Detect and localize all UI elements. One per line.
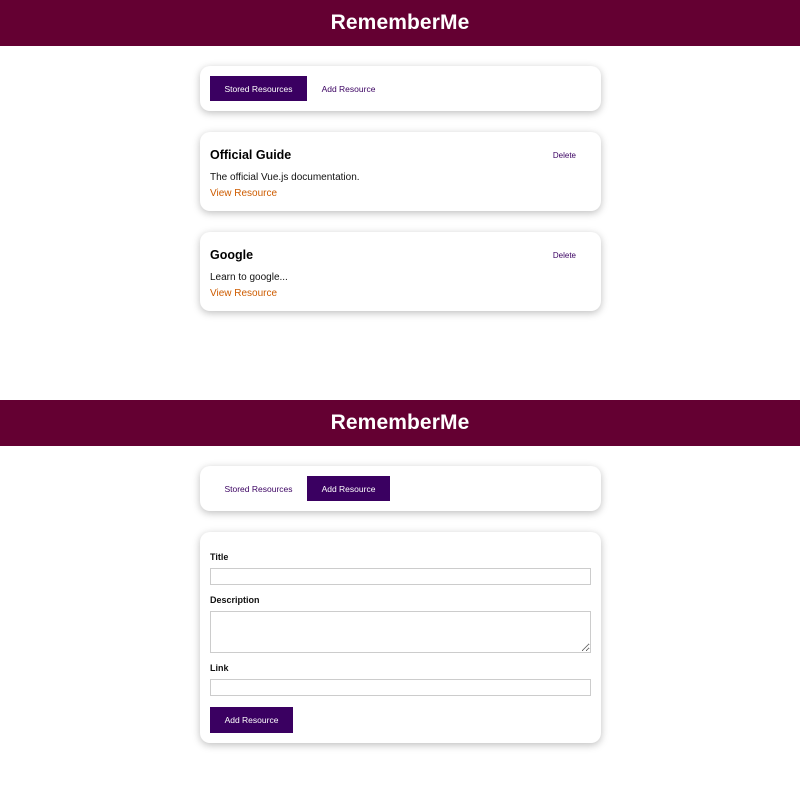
description-textarea[interactable]: [210, 611, 591, 653]
app-header: RememberMe: [0, 400, 800, 446]
resource-description: Learn to google...: [210, 272, 288, 283]
view-resource-link[interactable]: View Resource: [210, 188, 277, 199]
title-input[interactable]: [210, 568, 591, 585]
resource-header: Google Delete: [210, 248, 591, 262]
add-resource-form: Title Description Link Add Resource: [200, 532, 601, 743]
resource-header: Official Guide Delete: [210, 148, 591, 162]
tabs-card: Stored Resources Add Resource: [200, 466, 601, 511]
resource-card: Official Guide Delete The official Vue.j…: [200, 132, 601, 211]
resource-card: Google Delete Learn to google... View Re…: [200, 232, 601, 311]
delete-button[interactable]: Delete: [553, 151, 576, 160]
link-input[interactable]: [210, 679, 591, 696]
app-title: RememberMe: [330, 411, 470, 434]
tab-add-resource[interactable]: Add Resource: [307, 476, 390, 501]
resource-title: Google: [210, 248, 254, 262]
title-label: Title: [210, 552, 229, 562]
description-label: Description: [210, 595, 260, 605]
add-resource-button[interactable]: Add Resource: [210, 707, 293, 733]
resource-title: Official Guide: [210, 148, 292, 162]
app-title: RememberMe: [330, 11, 470, 34]
tab-stored-resources[interactable]: Stored Resources: [210, 476, 307, 501]
resource-description: The official Vue.js documentation.: [210, 172, 360, 183]
tabs-card: Stored Resources Add Resource: [200, 66, 601, 111]
add-resource-view: RememberMe Stored Resources Add Resource …: [0, 400, 800, 800]
app-header: RememberMe: [0, 0, 800, 46]
link-label: Link: [210, 663, 229, 673]
tab-stored-resources[interactable]: Stored Resources: [210, 76, 307, 101]
delete-button[interactable]: Delete: [553, 251, 576, 260]
stored-resources-view: RememberMe Stored Resources Add Resource …: [0, 0, 800, 400]
view-resource-link[interactable]: View Resource: [210, 288, 277, 299]
tab-add-resource[interactable]: Add Resource: [307, 76, 390, 101]
